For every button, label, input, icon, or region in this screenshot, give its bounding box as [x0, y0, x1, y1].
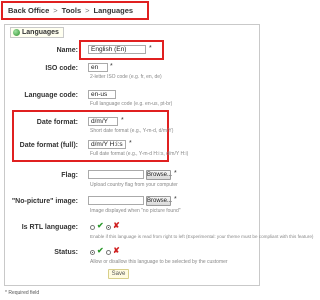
language-code-input[interactable]: en-us: [88, 90, 116, 99]
date-format-full-label: Date format (full):: [19, 142, 78, 149]
rtl-label: Is RTL language:: [21, 224, 78, 231]
required-marker: *: [121, 117, 124, 124]
cross-icon: ✘: [113, 221, 120, 230]
no-picture-browse-button[interactable]: Browse...: [146, 196, 172, 206]
language-code-label: Language code:: [24, 92, 78, 99]
date-format-label: Date format:: [36, 119, 78, 126]
breadcrumb-back-office[interactable]: Back Office: [8, 6, 49, 15]
status-disabled-radio[interactable]: [106, 250, 111, 255]
status-enabled-radio[interactable]: [90, 250, 95, 255]
breadcrumb-languages: Languages: [93, 6, 134, 15]
breadcrumb: Back Office > Tools > Languages: [1, 1, 149, 20]
languages-form-panel: Languages Name: English (En) * ISO code:…: [4, 24, 313, 286]
name-input[interactable]: English (En): [88, 45, 146, 54]
breadcrumb-separator: >: [85, 6, 90, 15]
check-icon: ✔: [97, 221, 104, 230]
required-marker: *: [129, 140, 132, 147]
rtl-no-radio[interactable]: [106, 225, 111, 230]
required-marker: *: [174, 196, 177, 203]
status-label: Status:: [54, 249, 78, 256]
language-code-hint: Full language code (e.g. en-us, pt-br): [90, 101, 173, 107]
cross-icon: ✘: [113, 246, 120, 255]
required-field-note: * Required field: [5, 290, 40, 296]
name-label: Name:: [56, 47, 78, 54]
breadcrumb-separator: >: [53, 6, 58, 15]
iso-code-label: ISO code:: [45, 65, 78, 72]
flag-hint: Upload country flag from your computer: [90, 182, 178, 188]
required-marker: *: [149, 45, 152, 52]
breadcrumb-tools[interactable]: Tools: [62, 6, 81, 15]
panel-legend: Languages: [10, 27, 64, 38]
required-marker: *: [174, 170, 177, 177]
status-hint: Allow or disallow this language to be se…: [90, 259, 228, 265]
date-format-input[interactable]: d/m/Y: [88, 117, 118, 126]
flag-browse-button[interactable]: Browse...: [146, 170, 172, 180]
rtl-yes-radio[interactable]: [90, 225, 95, 230]
rtl-hint: Enable if this language is read from rig…: [90, 234, 314, 239]
date-format-hint: Short date format (e.g., Y-m-d, d/m/Y): [90, 128, 174, 134]
no-picture-label: "No-picture" image:: [11, 198, 78, 205]
iso-code-input[interactable]: en: [88, 63, 108, 72]
save-button[interactable]: Save: [108, 269, 129, 279]
panel-legend-label: Languages: [22, 29, 59, 36]
date-format-full-input[interactable]: d/m/Y H:i:s: [88, 140, 126, 149]
no-picture-hint: Image displayed when "no picture found": [90, 208, 181, 214]
flag-label: Flag:: [61, 172, 78, 179]
check-icon: ✔: [97, 246, 104, 255]
iso-code-hint: 2-letter ISO code (e.g. fr, en, de): [90, 74, 162, 80]
date-format-full-hint: Full date format (e.g., Y-m-d H:i:s, d/m…: [90, 151, 189, 157]
flag-file-input[interactable]: [88, 170, 144, 179]
no-picture-file-input[interactable]: [88, 196, 144, 205]
globe-icon: [13, 29, 20, 36]
required-marker: *: [110, 63, 113, 70]
